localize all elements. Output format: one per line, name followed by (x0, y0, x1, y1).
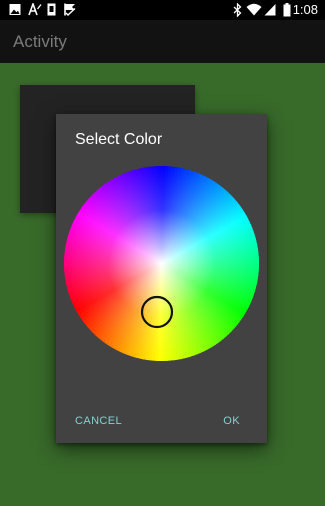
app-title: Activity (13, 32, 67, 51)
status-time: 1:08 (292, 2, 318, 17)
battery-icon (283, 3, 291, 17)
saturation-overlay (64, 166, 259, 361)
dialog-title: Select Color (75, 131, 163, 148)
status-bar: 1:08 (0, 0, 325, 20)
signal-icon (264, 4, 276, 16)
flag-check-icon (64, 3, 76, 16)
color-wheel[interactable] (64, 166, 259, 361)
color-picker-dialog: Select Color CANCEL OK (56, 114, 267, 443)
sd-card-icon (47, 3, 56, 16)
wifi-icon (246, 3, 262, 16)
image-icon (9, 4, 21, 15)
ok-button[interactable]: OK (223, 414, 240, 428)
bluetooth-icon (233, 3, 242, 17)
app-bar: Activity (0, 20, 325, 63)
cancel-button[interactable]: CANCEL (75, 414, 122, 428)
font-size-icon (28, 3, 42, 16)
